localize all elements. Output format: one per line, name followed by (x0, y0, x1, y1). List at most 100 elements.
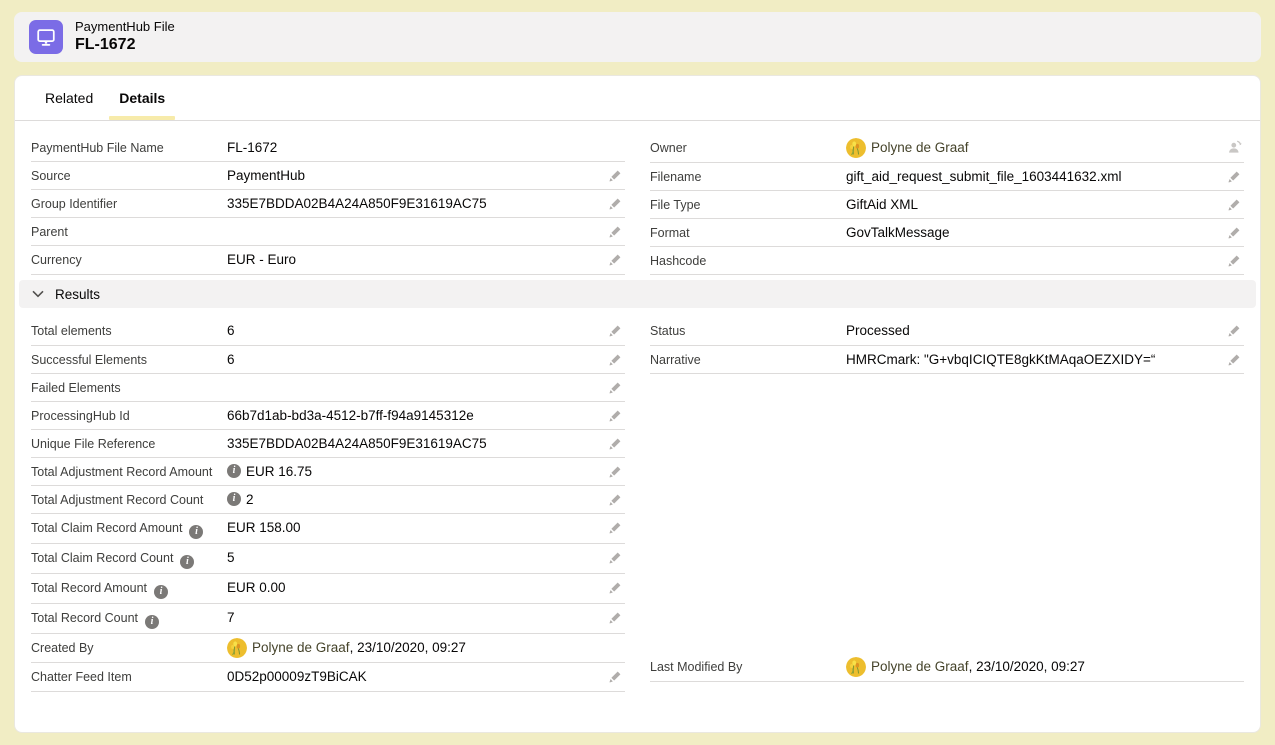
field-row-narrative: Narrative HMRCmark: "G+vbqICIQTE8gkKtMAq… (650, 346, 1244, 374)
field-label: Unique File Reference (31, 434, 227, 452)
edit-button[interactable] (607, 222, 625, 240)
pencil-icon (609, 380, 623, 394)
field-label: Total elements (31, 321, 227, 339)
field-value: GiftAid XML (846, 195, 1244, 214)
change-owner-button[interactable] (1226, 138, 1244, 156)
field-value: Polyne de Graaf (846, 138, 1244, 158)
edit-button[interactable] (607, 378, 625, 396)
field-label: Last Modified By (650, 657, 846, 675)
record-detail-card: Related Details PaymentHub File Name FL-… (14, 75, 1261, 733)
field-label: Status (650, 321, 846, 339)
edit-button[interactable] (607, 350, 625, 368)
tulip-avatar-icon (846, 657, 866, 677)
field-value: EUR 16.75 (227, 462, 625, 481)
field-value: Polyne de Graaf, 23/10/2020, 09:27 (846, 657, 1244, 677)
field-label: Hashcode (650, 251, 846, 269)
edit-button[interactable] (607, 462, 625, 480)
field-label: Chatter Feed Item (31, 667, 227, 685)
edit-button[interactable] (607, 490, 625, 508)
record-header-text: PaymentHub File FL-1672 (75, 19, 175, 55)
user-avatar (227, 638, 247, 658)
edit-button[interactable] (607, 406, 625, 424)
field-row-source: Source PaymentHub (31, 162, 625, 190)
field-row-total-claim-record-count: Total Claim Record Count 5 (31, 544, 625, 574)
field-label: Format (650, 223, 846, 241)
edit-button[interactable] (607, 321, 625, 339)
change-owner-icon (1227, 139, 1243, 155)
edit-button[interactable] (607, 518, 625, 536)
field-label: ProcessingHub Id (31, 406, 227, 424)
tulip-avatar-icon (227, 638, 247, 658)
pencil-icon (609, 224, 623, 238)
desktop-icon (35, 26, 57, 48)
field-row-total-claim-record-amount: Total Claim Record Amount EUR 158.00 (31, 514, 625, 544)
field-label: Total Record Count (31, 608, 227, 629)
field-label: PaymentHub File Name (31, 138, 227, 156)
edit-button[interactable] (1226, 251, 1244, 269)
section-header-results[interactable]: Results (19, 280, 1256, 308)
pencil-icon (609, 520, 623, 534)
edit-button[interactable] (1226, 195, 1244, 213)
user-link[interactable]: Polyne de Graaf (252, 640, 350, 655)
field-label: Owner (650, 138, 846, 156)
tab-details[interactable]: Details (106, 76, 178, 120)
edit-button[interactable] (607, 194, 625, 212)
field-value: EUR 158.00 (227, 518, 625, 537)
entity-type-label: PaymentHub File (75, 19, 175, 35)
user-link[interactable]: Polyne de Graaf (871, 659, 969, 674)
field-row-owner: Owner Polyne de Graaf (650, 134, 1244, 163)
field-row-created-by: Created By Polyne de Graaf, 23/10/2020, … (31, 634, 625, 663)
pencil-icon (609, 610, 623, 624)
field-value: EUR - Euro (227, 250, 625, 269)
field-label: Filename (650, 167, 846, 185)
edit-button[interactable] (607, 578, 625, 596)
pencil-icon (609, 196, 623, 210)
field-label: Total Claim Record Count (31, 548, 227, 569)
field-value: gift_aid_request_submit_file_1603441632.… (846, 167, 1244, 186)
info-icon[interactable] (154, 585, 168, 599)
record-tabs: Related Details (15, 76, 1260, 121)
edit-button[interactable] (607, 667, 625, 685)
pencil-icon (609, 168, 623, 182)
field-value: PaymentHub (227, 166, 625, 185)
info-icon[interactable] (189, 525, 203, 539)
field-value: EUR 0.00 (227, 578, 625, 597)
edit-button[interactable] (1226, 350, 1244, 368)
info-icon[interactable] (180, 555, 194, 569)
field-label: Total Record Amount (31, 578, 227, 599)
record-title: FL-1672 (75, 35, 175, 55)
field-row-last-modified-by: Last Modified By Polyne de Graaf, 23/10/… (650, 653, 1244, 682)
pencil-icon (609, 464, 623, 478)
field-row-paymenthub-file-name: PaymentHub File Name FL-1672 (31, 134, 625, 162)
field-row-hashcode: Hashcode (650, 247, 1244, 275)
pencil-icon (609, 408, 623, 422)
created-datetime: , 23/10/2020, 09:27 (350, 640, 466, 655)
field-row-total-adjustment-record-amount: Total Adjustment Record Amount EUR 16.75 (31, 458, 625, 486)
pencil-icon (1228, 197, 1242, 211)
edit-button[interactable] (1226, 167, 1244, 185)
paymenthub-file-entity-icon (29, 20, 63, 54)
edit-button[interactable] (1226, 223, 1244, 241)
edit-button[interactable] (607, 250, 625, 268)
tab-related[interactable]: Related (32, 76, 106, 120)
edit-button[interactable] (607, 548, 625, 566)
field-label: Total Adjustment Record Amount (31, 462, 227, 480)
owner-link[interactable]: Polyne de Graaf (871, 138, 969, 157)
field-value: FL-1672 (227, 138, 625, 157)
info-icon[interactable] (227, 464, 241, 478)
pencil-icon (1228, 352, 1242, 366)
info-icon[interactable] (145, 615, 159, 629)
pencil-icon (609, 669, 623, 683)
left-column: Total elements 6 Successful Elements 6 F… (31, 317, 625, 691)
field-value (227, 378, 625, 397)
field-value: 6 (227, 321, 625, 340)
info-icon[interactable] (227, 492, 241, 506)
edit-button[interactable] (607, 608, 625, 626)
edit-button[interactable] (1226, 321, 1244, 339)
pencil-icon (1228, 225, 1242, 239)
edit-button[interactable] (607, 166, 625, 184)
field-value: Polyne de Graaf, 23/10/2020, 09:27 (227, 638, 625, 658)
user-avatar (846, 657, 866, 677)
edit-button[interactable] (607, 434, 625, 452)
section-title: Results (55, 287, 100, 302)
